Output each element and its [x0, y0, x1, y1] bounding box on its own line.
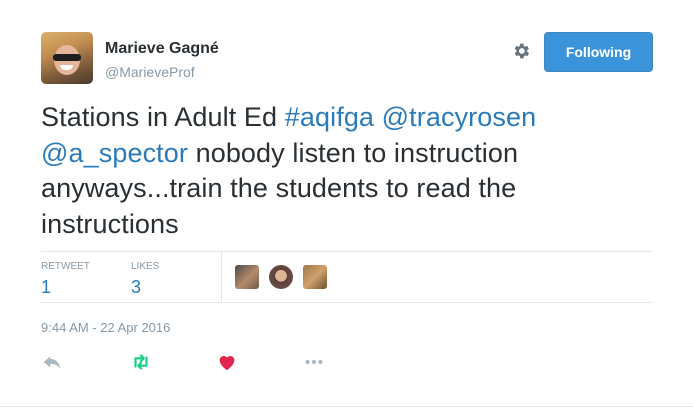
stats-divider — [221, 252, 222, 302]
likes-count[interactable]: 3 — [131, 277, 159, 298]
user-avatar[interactable] — [41, 32, 93, 84]
tweet-stats: RETWEET 1 LIKES 3 — [41, 251, 653, 303]
likes-stat[interactable]: LIKES 3 — [131, 261, 159, 298]
more-icon[interactable] — [303, 351, 325, 373]
retweet-stat[interactable]: RETWEET 1 — [41, 261, 90, 298]
liker-avatar[interactable] — [269, 265, 293, 289]
bottom-divider — [0, 406, 693, 407]
retweet-count[interactable]: 1 — [41, 277, 90, 298]
liker-avatar[interactable] — [235, 265, 259, 289]
retweet-icon[interactable] — [130, 351, 152, 373]
likes-stat-label: LIKES — [131, 261, 160, 272]
tweet-text-segment — [374, 102, 382, 132]
liker-avatar[interactable] — [303, 265, 327, 289]
user-handle[interactable]: @MarieveProf — [105, 64, 195, 80]
avatar-sunglasses — [53, 54, 81, 61]
mention-link[interactable]: @tracyrosen — [382, 102, 537, 132]
reply-icon[interactable] — [41, 351, 63, 373]
mention-link[interactable]: @a_spector — [41, 138, 188, 168]
gear-icon[interactable] — [511, 41, 531, 61]
tweet-timestamp[interactable]: 9:44 AM - 22 Apr 2016 — [41, 320, 170, 335]
likers-avatars — [235, 265, 327, 289]
tweet-text-segment: Stations in Adult Ed — [41, 102, 285, 132]
user-display-name[interactable]: Marieve Gagné — [105, 40, 219, 58]
hashtag-link[interactable]: #aqifga — [285, 102, 374, 132]
retweet-stat-label: RETWEET — [41, 261, 90, 272]
like-heart-icon[interactable] — [216, 351, 238, 373]
following-button[interactable]: Following — [544, 32, 653, 72]
tweet-text: Stations in Adult Ed #aqifga @tracyrosen… — [41, 100, 661, 242]
